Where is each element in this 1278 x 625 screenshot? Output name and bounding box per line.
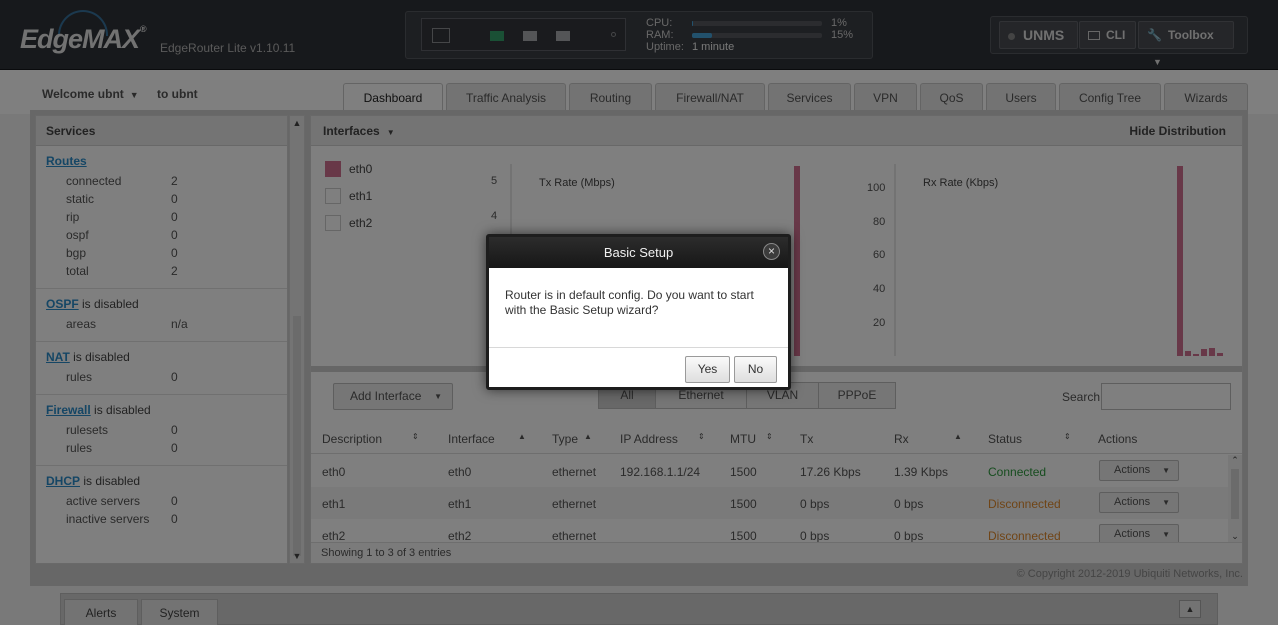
dialog-message: Router is in default config. Do you want… (489, 268, 788, 348)
yes-button[interactable]: Yes (685, 356, 730, 383)
no-button[interactable]: No (734, 356, 777, 383)
basic-setup-dialog: Basic Setup × Router is in default confi… (486, 234, 791, 390)
close-icon[interactable]: × (763, 243, 780, 260)
dialog-title: Basic Setup (489, 237, 788, 268)
